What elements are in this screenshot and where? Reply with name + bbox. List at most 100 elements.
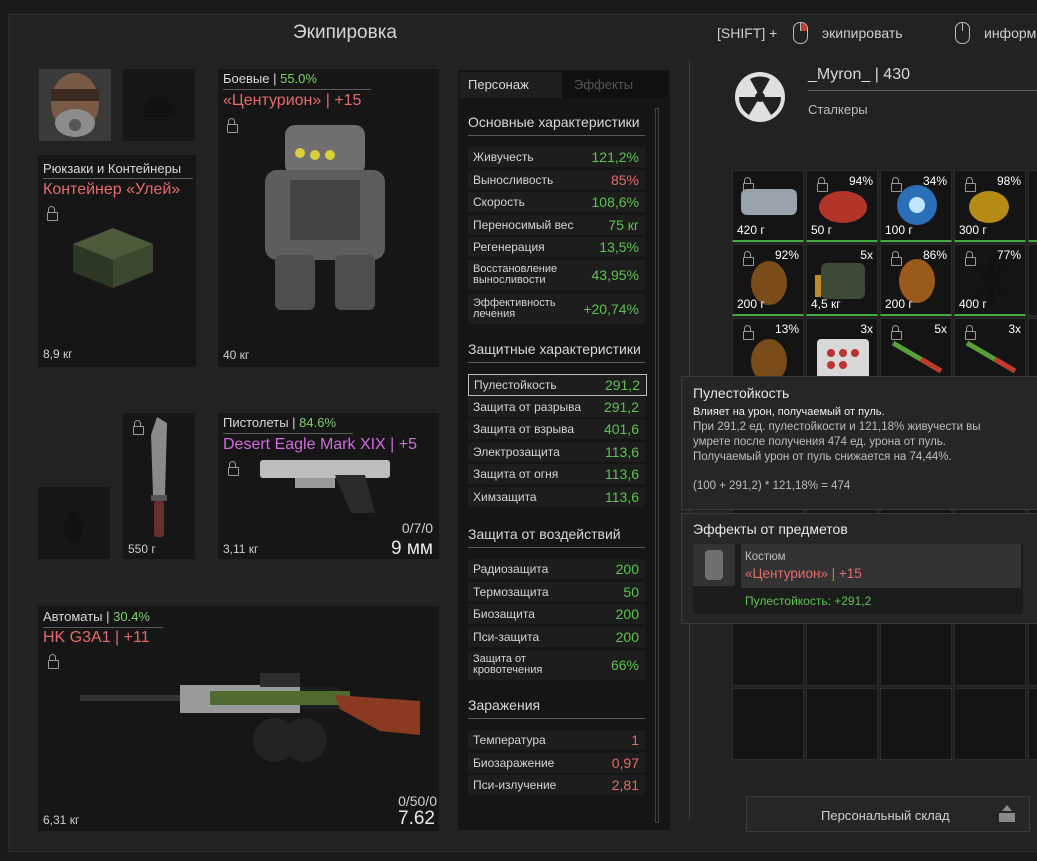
- rifle-name: HK G3A1 | +11: [43, 629, 150, 646]
- stat-row: Регенерация 13,5%: [468, 237, 645, 257]
- tooltip-line: Получаемый урон от пуль снижается на 74,…: [693, 451, 952, 463]
- pistol-ammo: 0/7/0: [401, 520, 433, 536]
- inventory-cell[interactable]: [1028, 170, 1037, 242]
- pistol-category: Пистолеты | 84.6%: [223, 415, 337, 430]
- stat-row: Биозаражение 0,97: [468, 753, 645, 773]
- divider: [468, 362, 645, 363]
- stat-row: Температура 1: [468, 730, 645, 750]
- stat-row: Защита от огня 113,6: [468, 464, 645, 484]
- stat-row: Восстановление выносливости 43,95%: [468, 260, 645, 290]
- pistol-caliber: 9 мм: [391, 538, 433, 559]
- inventory-cell[interactable]: 50 г 94%: [806, 170, 878, 242]
- inventory-cell[interactable]: [1028, 244, 1037, 316]
- tooltip-subtitle: Влияет на урон, получаемый от пуль.: [693, 406, 885, 418]
- inventory-cell[interactable]: [806, 688, 878, 760]
- helmet-icon: [143, 97, 175, 117]
- inventory-cell[interactable]: [1028, 688, 1037, 760]
- effect-item-type: Костюм: [745, 551, 786, 563]
- stat-row: Биозащита 200: [468, 604, 645, 624]
- rifle-weight: 6,31 кг: [43, 813, 80, 827]
- window-title: Экипировка: [292, 22, 397, 43]
- lock-icon: [48, 654, 59, 669]
- stat-row: Живучесть 121,2%: [468, 147, 645, 167]
- rifle-caliber: 7.62: [398, 808, 435, 829]
- exoskeleton-icon: [265, 125, 385, 310]
- lock-icon: [891, 251, 902, 266]
- divider: [808, 90, 1037, 91]
- lock-icon: [965, 251, 976, 266]
- inventory-cell[interactable]: [880, 614, 952, 686]
- rifle-category: Автоматы | 30.4%: [43, 609, 150, 624]
- inventory-cell[interactable]: [806, 614, 878, 686]
- tooltip-line: При 291,2 ед. пулестойкости и 121,18% жи…: [693, 421, 981, 433]
- inventory-cell[interactable]: 420 г: [732, 170, 804, 242]
- divider: [468, 547, 645, 548]
- mouse-icon: [955, 22, 970, 44]
- inventory-cell[interactable]: [732, 688, 804, 760]
- effects-title: Эффекты от предметов: [693, 521, 848, 537]
- stat-row-selected[interactable]: Пулестойкость 291,2: [468, 374, 647, 396]
- lock-icon: [817, 177, 828, 192]
- inventory-cell[interactable]: 400 г 77%: [954, 244, 1026, 316]
- effect-item-info: Костюм «Центурион» | +15: [741, 544, 1021, 588]
- inventory-cell[interactable]: 200 г 86%: [880, 244, 952, 316]
- rifle-percent: 30.4%: [113, 609, 150, 624]
- backpack-category: Рюкзаки и Контейнеры: [43, 161, 182, 176]
- inventory-cell[interactable]: 200 г 92%: [732, 244, 804, 316]
- radiation-icon: [735, 72, 785, 122]
- stat-row: Химзащита 113,6: [468, 487, 645, 507]
- inventory-cell[interactable]: 4,5 кг 5x: [806, 244, 878, 316]
- pistol-percent: 84.6%: [299, 415, 337, 430]
- stat-row: Защита от кровотечения 66%: [468, 650, 645, 680]
- personal-storage-button[interactable]: Персональный склад: [746, 796, 1030, 832]
- lock-icon: [965, 177, 976, 192]
- rifle-icon: [80, 673, 420, 762]
- tooltip-title: Пулестойкость: [693, 385, 790, 401]
- impact-stats-title: Защита от воздействий: [468, 526, 621, 542]
- tab-character[interactable]: Персонаж: [460, 72, 562, 98]
- right-mouse-icon: [793, 22, 808, 44]
- tooltip-line: умрете после получения 474 ед. урона от …: [693, 436, 946, 448]
- inventory-cell[interactable]: [954, 688, 1026, 760]
- inventory-cell[interactable]: 300 г 98%: [954, 170, 1026, 242]
- inventory-cell[interactable]: 100 г 34%: [880, 170, 952, 242]
- stat-row: Термозащита 50: [468, 582, 645, 602]
- armor-weight: 40 кг: [223, 348, 250, 362]
- lock-icon: [227, 118, 238, 133]
- tab-effects[interactable]: Эффекты: [562, 72, 668, 98]
- personal-storage-label: Персональный склад: [821, 808, 950, 823]
- backpack-name: Контейнер «Улей»: [43, 181, 181, 198]
- rifle-ammo: 0/50/0: [398, 793, 437, 809]
- inventory-cell[interactable]: [954, 614, 1026, 686]
- backpack-weight: 8,9 кг: [43, 347, 73, 361]
- inventory-cell[interactable]: [732, 614, 804, 686]
- shift-hint: [SHIFT] +: [717, 25, 778, 41]
- lock-icon: [228, 461, 239, 476]
- divider: [223, 433, 353, 434]
- container-icon: [73, 228, 153, 288]
- lock-icon: [891, 325, 902, 340]
- pistol-weight: 3,11 кг: [223, 542, 259, 556]
- grenade-slot[interactable]: [38, 487, 110, 559]
- divider: [223, 89, 371, 90]
- stat-row: Защита от взрыва 401,6: [468, 419, 645, 439]
- face-slot[interactable]: [39, 69, 111, 141]
- stat-row: Радиозащита 200: [468, 559, 645, 579]
- info-hint: информ: [984, 25, 1037, 41]
- storage-icon: [999, 805, 1015, 822]
- gas-mask-face-icon: [51, 73, 99, 137]
- character-faction: Сталкеры: [808, 102, 868, 117]
- exoskeleton-icon: [705, 550, 723, 580]
- basic-stats-title: Основные характеристики: [468, 114, 640, 130]
- knife-weight: 550 г: [128, 542, 156, 556]
- inventory-cell[interactable]: [880, 688, 952, 760]
- inventory-cell[interactable]: [1028, 614, 1037, 686]
- item-effects-panel: Эффекты от предметов Костюм «Центурион» …: [681, 513, 1037, 624]
- character-name: _Myron_ | 430: [808, 66, 910, 83]
- pistol-icon: [260, 460, 390, 513]
- stats-scrollbar[interactable]: [655, 108, 659, 823]
- helmet-slot[interactable]: [123, 69, 195, 141]
- divider: [43, 178, 193, 179]
- equip-hint: экипировать: [822, 25, 903, 41]
- effect-item-thumb: [693, 544, 735, 586]
